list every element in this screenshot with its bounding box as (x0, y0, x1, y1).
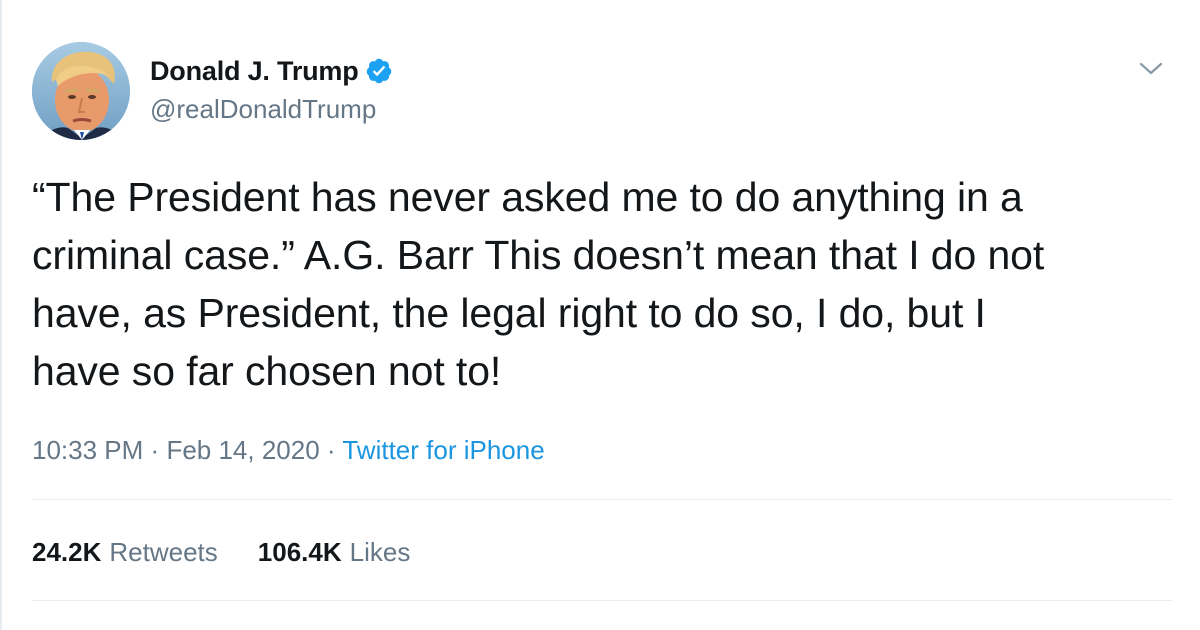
tweet-source-link[interactable]: Twitter for iPhone (342, 435, 544, 465)
display-name-row: Donald J. Trump (150, 52, 393, 90)
tweet-time[interactable]: 10:33 PM (32, 435, 143, 465)
avatar-image (32, 42, 130, 140)
tweet-card: Donald J. Trump @realDonaldTrump “The Pr… (32, 0, 1172, 630)
user-handle[interactable]: @realDonaldTrump (150, 94, 393, 125)
display-name[interactable]: Donald J. Trump (150, 56, 359, 87)
verified-badge-icon (365, 57, 393, 85)
tweet-date[interactable]: Feb 14, 2020 (166, 435, 319, 465)
retweets-label: Retweets (109, 537, 218, 567)
meta-separator: · (150, 435, 160, 465)
avatar[interactable] (32, 42, 130, 140)
retweets-stat[interactable]: 24.2K Retweets (32, 530, 218, 574)
chevron-down-icon[interactable] (1136, 54, 1166, 84)
divider (32, 600, 1172, 601)
likes-count: 106.4K (257, 537, 342, 567)
likes-label: Likes (349, 537, 411, 567)
meta-separator: · (326, 435, 336, 465)
tweet-header: Donald J. Trump @realDonaldTrump (32, 42, 1172, 142)
card-left-border (0, 0, 2, 630)
tweet-text: “The President has never asked me to do … (32, 174, 1045, 394)
divider (32, 499, 1172, 500)
likes-stat[interactable]: 106.4K Likes (258, 530, 411, 574)
tweet-stats: 24.2K Retweets 106.4K Likes (32, 530, 410, 574)
retweets-count: 24.2K (32, 537, 102, 567)
tweet-metadata: 10:33 PM · Feb 14, 2020 · Twitter for iP… (32, 430, 545, 470)
user-identity: Donald J. Trump @realDonaldTrump (150, 52, 393, 125)
